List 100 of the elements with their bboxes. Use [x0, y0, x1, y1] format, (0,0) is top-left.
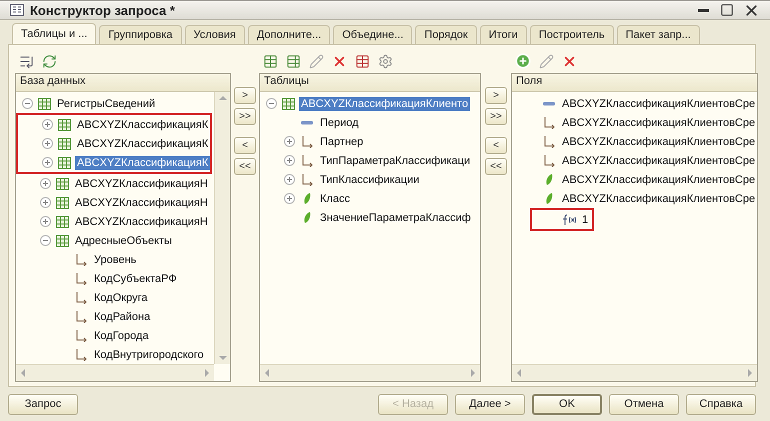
move-button[interactable]: << [234, 158, 256, 175]
expand-toggle[interactable] [42, 119, 53, 130]
horizontal-scrollbar[interactable] [16, 364, 214, 381]
table-properties-icon[interactable] [286, 54, 301, 68]
move-button[interactable]: >> [485, 108, 507, 125]
remove-table-icon[interactable] [355, 54, 370, 68]
tree-item-label[interactable]: ABCXYZКлассификацияКлиентовСре [560, 172, 758, 186]
dimension-icon [300, 173, 314, 186]
vertical-scrollbar[interactable] [214, 92, 230, 364]
tree-item-label[interactable]: ЗначениеПараметраКлассиф [318, 210, 473, 224]
panel-header: База данных [16, 74, 230, 92]
expand-toggle[interactable] [266, 98, 277, 109]
tab[interactable]: Построитель [530, 25, 614, 44]
tree-item-label[interactable]: ABCXYZКлассификацияКлиентовСре [560, 96, 758, 110]
tree-item-label[interactable]: ABCXYZКлассификацияК [75, 118, 210, 132]
period-icon [301, 120, 313, 126]
tree-item-label[interactable]: ТипКлассификации [318, 172, 422, 186]
dimension-icon [542, 154, 556, 167]
table-icon [56, 196, 69, 208]
table-icon [56, 178, 69, 190]
move-button[interactable]: < [485, 137, 507, 154]
tree-item-label[interactable]: ABCXYZКлассификацияКлиенто [299, 96, 470, 110]
tab[interactable]: Пакет запр... [616, 25, 700, 44]
add-table-icon[interactable] [263, 54, 278, 68]
expand-toggle[interactable] [40, 197, 51, 208]
tree-item-label[interactable]: ABCXYZКлассификацияН [73, 196, 210, 210]
expand-toggle[interactable] [284, 155, 295, 166]
table-icon [38, 98, 51, 110]
function-icon [562, 214, 576, 226]
tree-item-label[interactable]: КодВнутригородского [92, 348, 206, 362]
expand-toggle[interactable] [40, 216, 51, 227]
dimension-icon [542, 135, 556, 148]
move-button[interactable]: << [485, 158, 507, 175]
tab[interactable]: Дополните... [248, 25, 330, 44]
move-button[interactable]: < [234, 137, 256, 154]
dimension-icon [74, 291, 88, 304]
settings-icon[interactable] [378, 54, 393, 68]
tree-item-label[interactable]: ABCXYZКлассификацияКлиентовСре [560, 116, 758, 130]
dialog-button[interactable]: Справка [686, 394, 756, 414]
tree-item-label[interactable]: КодГорода [92, 328, 151, 342]
tree-item-label[interactable]: 1 [580, 212, 590, 226]
tree-item-label[interactable]: АдресныеОбъекты [73, 234, 174, 248]
add-icon[interactable] [515, 53, 531, 69]
expand-toggle[interactable] [284, 136, 295, 147]
leaf-icon [303, 211, 311, 224]
tree-item-label[interactable]: ABCXYZКлассификацияК [75, 156, 210, 170]
expand-toggle[interactable] [284, 193, 295, 204]
minimize-icon [698, 8, 708, 12]
tree-item-label[interactable]: Период [318, 116, 361, 130]
move-button[interactable]: >> [234, 108, 256, 125]
tab[interactable]: Итоги [480, 25, 527, 44]
dimension-icon [74, 348, 88, 361]
expand-toggle[interactable] [42, 157, 53, 168]
tree-item-label[interactable]: ABCXYZКлассификацияН [73, 176, 210, 190]
tree-item-label[interactable]: Класс [318, 192, 352, 206]
move-button[interactable]: > [234, 87, 256, 104]
maximize-button[interactable] [718, 1, 736, 19]
expand-toggle[interactable] [42, 138, 53, 149]
dimension-icon [542, 116, 556, 129]
period-icon [543, 100, 555, 106]
dimension-icon [74, 310, 88, 323]
tree-item-label[interactable]: ТипПараметраКлассификаци [318, 154, 472, 168]
horizontal-scrollbar[interactable] [260, 364, 480, 381]
dimension-icon [300, 154, 314, 167]
tree-item-label[interactable]: ABCXYZКлассификацияН [73, 214, 210, 228]
table-icon [58, 156, 71, 168]
tree-item-label[interactable]: КодСубъектаРФ [92, 272, 179, 286]
panel-header: Поля [512, 74, 758, 92]
dialog-button[interactable]: Отмена [609, 394, 679, 414]
tree-item-label[interactable]: КодРайона [92, 310, 152, 324]
tab[interactable]: Таблицы и ... [12, 23, 96, 44]
dimension-icon [300, 135, 314, 148]
refresh-icon[interactable] [42, 54, 57, 68]
expand-toggle[interactable] [22, 98, 33, 109]
tree-item-label[interactable]: ABCXYZКлассификацияКлиентовСре [560, 154, 758, 168]
tree-item-label[interactable]: ABCXYZКлассификацияКлиентовСре [560, 192, 758, 206]
leaf-icon [545, 192, 553, 205]
tab[interactable]: Условия [184, 25, 245, 44]
table-icon [56, 234, 69, 246]
expand-toggle[interactable] [284, 174, 295, 185]
edit-icon[interactable] [539, 54, 554, 68]
horizontal-scrollbar[interactable] [512, 364, 758, 381]
tree-item-label[interactable]: РегистрыСведений [55, 96, 158, 110]
tab[interactable]: Порядок [415, 25, 477, 44]
move-button[interactable]: > [485, 87, 507, 104]
dialog-button[interactable]: Далее > [455, 394, 525, 414]
tree-item-label[interactable]: Уровень [92, 252, 138, 266]
tree-item-label[interactable]: ABCXYZКлассификацияКлиентовСре [560, 134, 758, 148]
tab[interactable]: Группировка [99, 25, 182, 44]
expand-toggle[interactable] [40, 235, 51, 246]
dialog-button[interactable]: Запрос [8, 394, 78, 414]
expand-toggle[interactable] [40, 178, 51, 189]
table-icon [282, 98, 295, 110]
tab[interactable]: Объедине... [333, 25, 412, 44]
edit-icon[interactable] [309, 54, 324, 68]
tree-item-label[interactable]: КодОкруга [92, 290, 150, 304]
tree-item-label[interactable]: Партнер [318, 134, 366, 148]
tree-item-label[interactable]: ABCXYZКлассификацияК [75, 136, 210, 150]
list-icon[interactable] [19, 54, 34, 68]
dialog-button[interactable]: OK [532, 394, 602, 414]
